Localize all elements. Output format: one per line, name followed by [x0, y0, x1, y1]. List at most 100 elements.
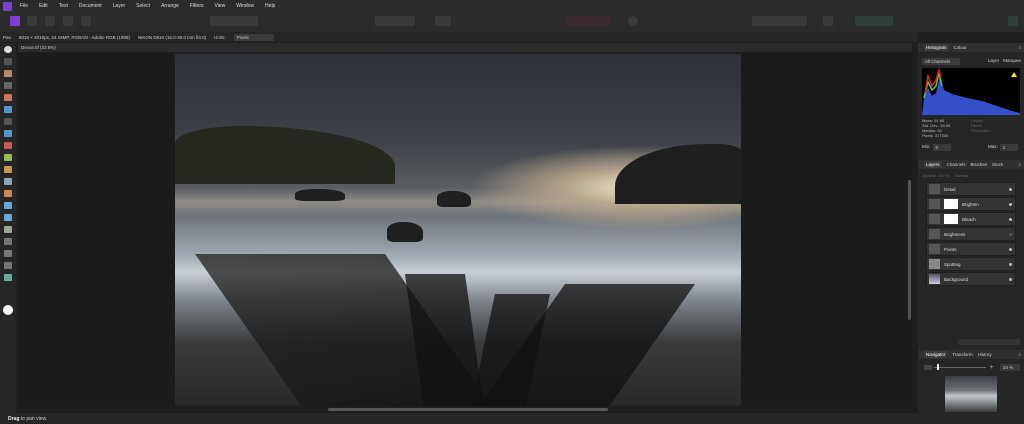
- vertical-scrollbar[interactable]: [908, 180, 911, 320]
- navigator-thumbnail[interactable]: [945, 376, 997, 412]
- panel-menu-icon[interactable]: ≡: [1018, 45, 1021, 50]
- menu-window[interactable]: Window: [236, 3, 254, 9]
- document-tab[interactable]: Devon.tif (23.5%): [18, 43, 912, 52]
- menu-view[interactable]: View: [215, 3, 226, 9]
- menu-select[interactable]: Select: [136, 3, 150, 9]
- tab-navigator[interactable]: Navigator: [924, 351, 948, 358]
- visibility-dot[interactable]: [1009, 187, 1012, 191]
- tab-history[interactable]: History: [978, 352, 992, 357]
- tab-colour[interactable]: Colour: [954, 45, 967, 50]
- tab-layers[interactable]: Layers: [924, 161, 942, 168]
- hand-tool-icon[interactable]: [4, 46, 12, 53]
- layer-item[interactable]: Bleach: [926, 212, 1016, 226]
- zoom-in-button[interactable]: +: [990, 365, 994, 371]
- photo-persona-icon[interactable]: [10, 16, 20, 26]
- visibility-dot[interactable]: [1009, 202, 1012, 206]
- histogram-stats: Mean: 91.60 Std. Dev.: 50.59 Median: 82 …: [922, 118, 950, 138]
- channel-select[interactable]: All Channels: [922, 58, 960, 65]
- zoom-out-button[interactable]: [924, 365, 932, 370]
- blend-mode-select[interactable]: Normal: [955, 173, 968, 178]
- color-picker-tool-icon[interactable]: [4, 70, 12, 77]
- histogram-tabs: Histogram Colour ≡: [918, 43, 1024, 52]
- develop-persona-icon[interactable]: [45, 16, 55, 26]
- layer-item[interactable]: Brightness: [926, 227, 1016, 241]
- zoom-slider[interactable]: [934, 367, 986, 368]
- min-field: Min: 0: [922, 144, 951, 151]
- snapping-buttons[interactable]: [565, 16, 610, 26]
- selection-mode-buttons[interactable]: [375, 16, 415, 26]
- assistant-icon[interactable]: [628, 16, 638, 26]
- warning-icon: [1011, 72, 1017, 77]
- layer-item[interactable]: Detail: [926, 182, 1016, 196]
- photo-image[interactable]: [175, 54, 741, 406]
- tab-channels[interactable]: Channels: [947, 162, 966, 167]
- menu-text[interactable]: Text: [59, 3, 68, 9]
- menu-bar: File Edit Text Document Layer Select Arr…: [0, 0, 1024, 12]
- shape-tool-icon[interactable]: [4, 238, 12, 245]
- liquify-persona-icon[interactable]: [27, 16, 37, 26]
- visibility-dot[interactable]: [1009, 232, 1012, 236]
- user-account-icon[interactable]: [1008, 16, 1018, 26]
- healing-tool-icon[interactable]: [4, 190, 12, 197]
- layer-item[interactable]: Points: [926, 242, 1016, 256]
- tab-transform[interactable]: Transform: [952, 352, 972, 357]
- visibility-dot[interactable]: [1009, 247, 1012, 251]
- color-swatch[interactable]: [3, 305, 13, 315]
- marquee-tool-icon[interactable]: [4, 118, 12, 125]
- layer-item[interactable]: Brighten: [926, 197, 1016, 211]
- zoom-slider-handle[interactable]: [937, 364, 939, 370]
- arrange-buttons[interactable]: [752, 16, 807, 26]
- clone-tool-icon[interactable]: [4, 178, 12, 185]
- paint-brush-tool-icon[interactable]: [4, 130, 12, 137]
- menu-filters[interactable]: Filters: [190, 3, 204, 9]
- studio-link-buttons[interactable]: [855, 16, 893, 26]
- context-toolbar: Pan 6016 × 4016px, 24.16MP, RGBA/8 - Ado…: [0, 32, 918, 42]
- menu-arrange[interactable]: Arrange: [161, 3, 179, 9]
- pen-tool-icon[interactable]: [4, 226, 12, 233]
- units-select[interactable]: Pixels: [233, 33, 274, 41]
- adjustment-buttons[interactable]: [210, 16, 258, 26]
- visibility-dot[interactable]: [1009, 262, 1012, 266]
- dodge-tool-icon[interactable]: [4, 166, 12, 173]
- layer-options: Opacity: 100 % Normal: [922, 173, 968, 178]
- visibility-dot[interactable]: [1009, 277, 1012, 281]
- menu-help[interactable]: Help: [265, 3, 275, 9]
- tab-stock[interactable]: Stock: [992, 162, 1003, 167]
- smudge-tool-icon[interactable]: [4, 214, 12, 221]
- menu-document[interactable]: Document: [79, 3, 102, 9]
- crop-tool-icon[interactable]: [4, 82, 12, 89]
- opacity-field[interactable]: Opacity: 100 %: [922, 173, 949, 178]
- rock: [295, 189, 345, 201]
- move-tool-icon[interactable]: [4, 58, 12, 65]
- visibility-dot[interactable]: [1009, 217, 1012, 221]
- menu-file[interactable]: File: [20, 3, 28, 9]
- view-tool-icon[interactable]: [4, 262, 12, 269]
- blur-tool-icon[interactable]: [4, 202, 12, 209]
- selection-brush-tool-icon[interactable]: [4, 94, 12, 101]
- insert-button[interactable]: [823, 16, 833, 26]
- min-input[interactable]: 0: [932, 144, 951, 151]
- layer-item[interactable]: Spotting: [926, 257, 1016, 271]
- layer-thumbnail: [929, 229, 940, 239]
- flood-select-tool-icon[interactable]: [4, 106, 12, 113]
- menu-layer[interactable]: Layer: [113, 3, 126, 9]
- panel-menu-icon[interactable]: ≡: [1018, 162, 1021, 167]
- layer-checkbox[interactable]: Layer: [988, 58, 999, 65]
- tone-mapping-persona-icon[interactable]: [63, 16, 73, 26]
- quick-mask-button[interactable]: [435, 16, 451, 26]
- layer-actions-bar[interactable]: [958, 339, 1020, 345]
- tab-histogram[interactable]: Histogram: [924, 44, 949, 51]
- export-persona-icon[interactable]: [81, 16, 91, 26]
- tab-brushes[interactable]: Brushes: [971, 162, 988, 167]
- max-input[interactable]: 1: [999, 144, 1018, 151]
- zoom-tool-icon[interactable]: [4, 274, 12, 281]
- flood-fill-tool-icon[interactable]: [4, 154, 12, 161]
- horizontal-scrollbar[interactable]: [328, 408, 608, 411]
- layer-item[interactable]: Background: [926, 272, 1016, 286]
- marquee-checkbox[interactable]: Marquee: [1003, 58, 1021, 65]
- zoom-input[interactable]: 24 %: [1000, 364, 1020, 371]
- erase-tool-icon[interactable]: [4, 142, 12, 149]
- panel-menu-icon[interactable]: ≡: [1018, 352, 1021, 357]
- text-tool-icon[interactable]: [4, 250, 12, 257]
- menu-edit[interactable]: Edit: [39, 3, 48, 9]
